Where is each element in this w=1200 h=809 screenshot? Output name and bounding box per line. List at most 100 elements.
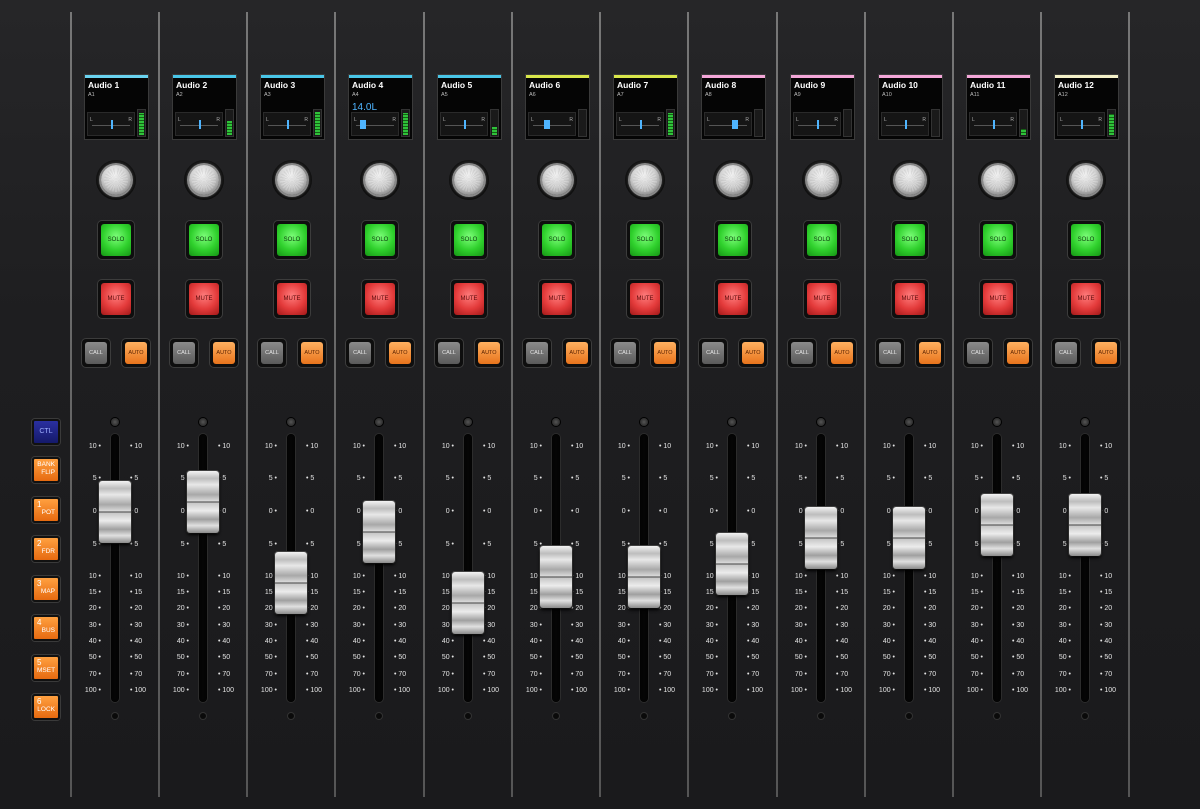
call-button[interactable]: CALL <box>964 339 992 367</box>
mute-button[interactable]: MUTE <box>274 280 310 318</box>
fader-scale-tick: 15 • <box>1058 589 1071 596</box>
fader-cap[interactable] <box>363 500 395 563</box>
auto-button[interactable]: AUTO <box>916 339 944 367</box>
pan-knob[interactable] <box>978 160 1018 200</box>
fader-scale-tick: 0 • <box>180 508 189 515</box>
auto-button[interactable]: AUTO <box>1004 339 1032 367</box>
pan-meter: L R <box>87 112 135 136</box>
fader-cap[interactable] <box>275 552 307 615</box>
fader-scale-tick: • 10 <box>306 573 319 580</box>
pan-knob[interactable] <box>96 160 136 200</box>
fader-cap[interactable] <box>628 546 660 608</box>
solo-button[interactable]: SOLO <box>804 221 840 259</box>
solo-button[interactable]: SOLO <box>98 221 134 259</box>
solo-button[interactable]: SOLO <box>892 221 928 259</box>
auto-button[interactable]: AUTO <box>651 339 679 367</box>
auto-button[interactable]: AUTO <box>386 339 414 367</box>
side-button-bank[interactable]: BANK FLIP <box>32 457 60 483</box>
call-button[interactable]: CALL <box>876 339 904 367</box>
solo-button[interactable]: SOLO <box>627 221 663 259</box>
level-meter <box>137 109 146 137</box>
call-button[interactable]: CALL <box>699 339 727 367</box>
channel-name: Audio 4 <box>352 80 384 90</box>
solo-button[interactable]: SOLO <box>715 221 751 259</box>
side-button-lock[interactable]: 6 LOCK <box>32 694 60 720</box>
pan-line <box>709 125 747 126</box>
side-button-pot[interactable]: 1 POT <box>32 497 60 523</box>
solo-label: SOLO <box>189 224 219 256</box>
auto-button[interactable]: AUTO <box>828 339 856 367</box>
mute-button[interactable]: MUTE <box>980 280 1016 318</box>
auto-button[interactable]: AUTO <box>1092 339 1120 367</box>
mute-button[interactable]: MUTE <box>892 280 928 318</box>
channel-strip-4: Audio 4 A4 14.0L L R SOLO MUTE CALL AUTO… <box>336 0 424 809</box>
call-button[interactable]: CALL <box>346 339 374 367</box>
mute-button[interactable]: MUTE <box>804 280 840 318</box>
solo-button[interactable]: SOLO <box>274 221 310 259</box>
fader-cap[interactable] <box>893 507 925 570</box>
mute-button[interactable]: MUTE <box>1068 280 1104 318</box>
mute-button[interactable]: MUTE <box>715 280 751 318</box>
auto-button[interactable]: AUTO <box>739 339 767 367</box>
fader-cap[interactable] <box>981 494 1013 557</box>
mute-button[interactable]: MUTE <box>539 280 575 318</box>
fader-scale-tick: • 70 <box>571 671 584 678</box>
auto-button[interactable]: AUTO <box>122 339 150 367</box>
pan-knob[interactable] <box>272 160 312 200</box>
mixer-console: CTL BANK FLIP 1 POT 2 FDR 3 MAP 4 BUS 5 MSET 6 LOCK … <box>0 0 1200 809</box>
fader-cap[interactable] <box>540 546 572 608</box>
fader-cap[interactable] <box>99 481 131 543</box>
pan-knob[interactable] <box>1066 160 1106 200</box>
fader-cap[interactable] <box>452 571 484 634</box>
ctl-button[interactable]: CTL <box>32 419 60 445</box>
pan-knob[interactable] <box>184 160 224 200</box>
level-meter <box>843 109 852 137</box>
channel-sub-label: A4 <box>352 92 359 98</box>
mute-button[interactable]: MUTE <box>362 280 398 318</box>
side-button-bus[interactable]: 4 BUS <box>32 615 60 641</box>
fader-cap[interactable] <box>187 471 219 534</box>
auto-button[interactable]: AUTO <box>210 339 238 367</box>
pan-knob[interactable] <box>360 160 400 200</box>
side-button-label: BUS <box>41 627 55 634</box>
pan-knob[interactable] <box>802 160 842 200</box>
pan-knob[interactable] <box>449 160 489 200</box>
fader-scale-tick: • 15 <box>924 589 937 596</box>
pan-knob[interactable] <box>625 160 665 200</box>
solo-button[interactable]: SOLO <box>539 221 575 259</box>
knob-cap <box>807 165 837 195</box>
pan-knob[interactable] <box>890 160 930 200</box>
mute-button[interactable]: MUTE <box>98 280 134 318</box>
call-button[interactable]: CALL <box>435 339 463 367</box>
pan-knob[interactable] <box>537 160 577 200</box>
side-button-map[interactable]: 3 MAP <box>32 576 60 602</box>
pan-indicator <box>111 120 113 129</box>
call-button[interactable]: CALL <box>170 339 198 367</box>
solo-button[interactable]: SOLO <box>362 221 398 259</box>
auto-button[interactable]: AUTO <box>563 339 591 367</box>
fader-cap[interactable] <box>805 507 837 570</box>
call-button[interactable]: CALL <box>788 339 816 367</box>
solo-button[interactable]: SOLO <box>980 221 1016 259</box>
call-button[interactable]: CALL <box>82 339 110 367</box>
fader-scale-tick: 10 • <box>529 443 542 450</box>
pan-knob[interactable] <box>713 160 753 200</box>
solo-button[interactable]: SOLO <box>186 221 222 259</box>
mute-button[interactable]: MUTE <box>627 280 663 318</box>
side-button-fdr[interactable]: 2 FDR <box>32 536 60 562</box>
call-button[interactable]: CALL <box>258 339 286 367</box>
mute-button[interactable]: MUTE <box>451 280 487 318</box>
solo-button[interactable]: SOLO <box>1068 221 1104 259</box>
auto-button[interactable]: AUTO <box>475 339 503 367</box>
call-button[interactable]: CALL <box>523 339 551 367</box>
fader-scale-tick: • 5 <box>747 541 756 548</box>
fader-scale-tick: • 5 <box>659 475 668 482</box>
fader-cap[interactable] <box>1069 494 1101 557</box>
call-button[interactable]: CALL <box>611 339 639 367</box>
solo-button[interactable]: SOLO <box>451 221 487 259</box>
fader-cap[interactable] <box>716 533 748 596</box>
call-button[interactable]: CALL <box>1052 339 1080 367</box>
auto-button[interactable]: AUTO <box>298 339 326 367</box>
side-button-mset[interactable]: 5 MSET <box>32 655 60 681</box>
mute-button[interactable]: MUTE <box>186 280 222 318</box>
